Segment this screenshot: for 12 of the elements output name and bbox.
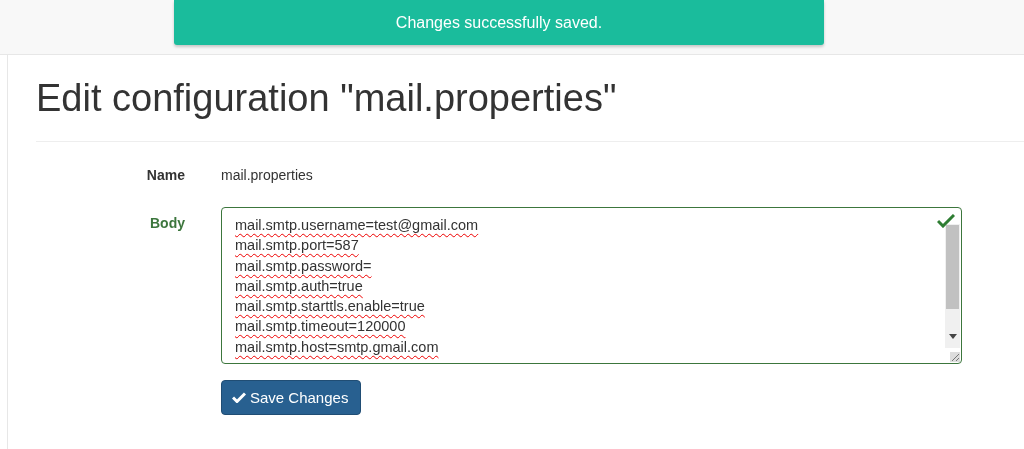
resize-grip-icon[interactable] (950, 352, 960, 362)
success-notification: Changes successfully saved. (174, 0, 824, 45)
scrollbar[interactable] (945, 224, 960, 348)
body-text-area[interactable]: mail.smtp.username=test@gmail.com mail.smtp.port=587 mail.smtp.password= mail.smtp.auth=true mail.smtp.starttls.enable=true mail.smtp.timeout=120000 mail.smtp.host=smtp.gmail.com (221, 207, 962, 364)
down-arrow-icon[interactable] (949, 334, 957, 339)
name-value: mail.properties (221, 167, 313, 183)
check-icon (232, 392, 246, 403)
field-label: Name (145, 167, 186, 183)
save-changes-button[interactable]: Save Changes (221, 380, 362, 415)
field-label: Body (149, 214, 186, 233)
page-title: Edit configuration "mail.properties" (36, 77, 1024, 142)
check-icon (937, 214, 955, 228)
